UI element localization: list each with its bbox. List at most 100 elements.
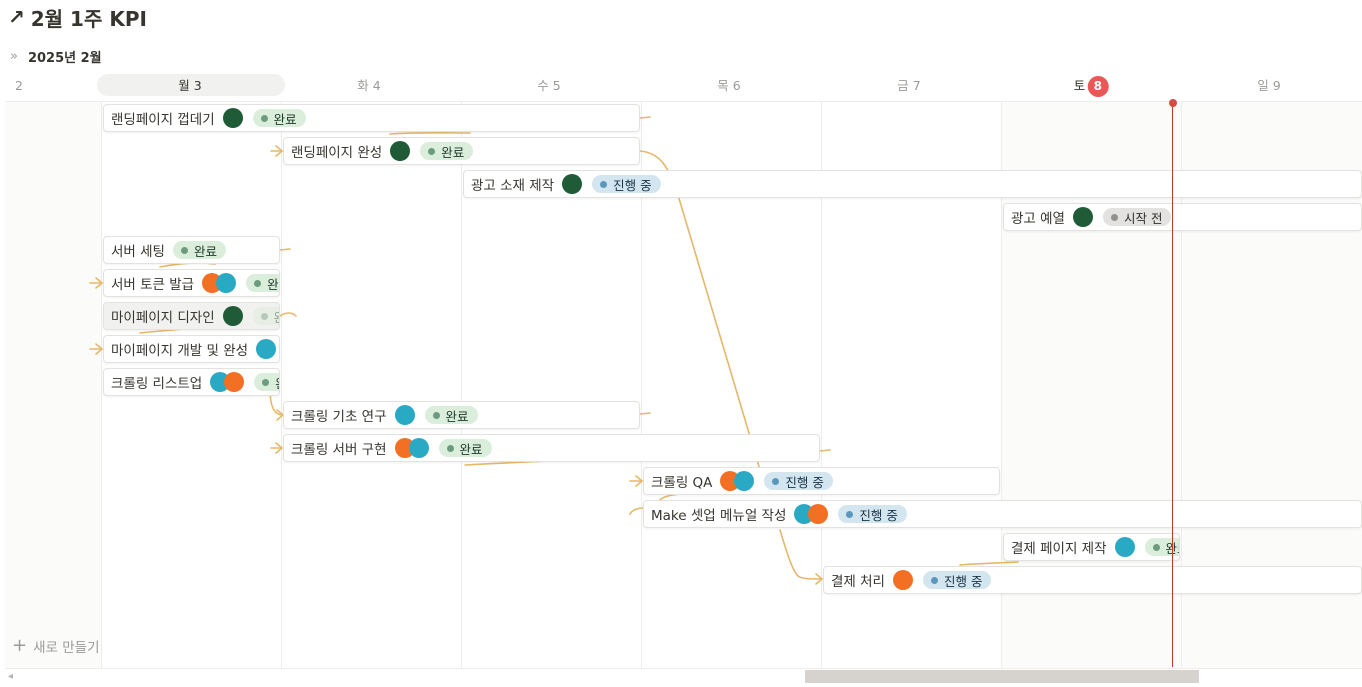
status-dot — [600, 180, 608, 188]
avatar — [216, 273, 237, 293]
task-bar[interactable]: 서버 세팅 완료 — [103, 236, 280, 264]
day-label-text: 토 — [1073, 78, 1086, 93]
status-label: 시작 전 — [1123, 210, 1163, 226]
status-badge: 완료 — [246, 274, 279, 292]
assignee-avatars — [562, 174, 583, 194]
status-label: 완료 — [459, 441, 483, 457]
task-bar[interactable]: Make 셋업 메뉴얼 작성 진행 중 — [643, 500, 1362, 528]
task-name: Make 셋업 메뉴얼 작성 — [651, 508, 787, 524]
status-badge: 진행 중 — [764, 472, 833, 490]
assignee-avatars — [222, 306, 243, 326]
status-badge: 시작 전 — [1102, 208, 1172, 226]
assignee-avatars — [720, 471, 755, 491]
task-name: 크롤링 기초 연구 — [291, 409, 387, 425]
day-label: 월 3 — [178, 78, 202, 93]
page-title: 2월 1주 KPI — [30, 6, 147, 31]
scroll-left-icon[interactable]: ◂ — [8, 669, 13, 685]
status-dot — [1152, 543, 1160, 551]
page-title-row: ↗ 2월 1주 KPI — [8, 4, 147, 31]
status-label: 완료 — [267, 276, 279, 292]
month-nav: » 2025년 2월 — [10, 46, 102, 66]
task-name: 결제 페이지 제작 — [1011, 541, 1107, 557]
task-bar[interactable]: 랜딩페이지 껍데기 완료 — [103, 104, 640, 132]
assignee-avatars — [210, 372, 245, 392]
status-label: 진행 중 — [613, 177, 652, 193]
task-bar[interactable]: 광고 예열 시작 전 — [1003, 203, 1362, 231]
avatar — [734, 471, 755, 491]
task-bar[interactable]: 크롤링 QA 진행 중 — [643, 467, 1000, 495]
avatar — [390, 141, 411, 161]
status-badge: 완료 — [252, 307, 279, 326]
assignee-avatars — [222, 108, 243, 128]
task-bar[interactable]: 결제 처리 진행 중 — [823, 566, 1362, 594]
status-dot — [846, 510, 854, 518]
scrollbar-thumb[interactable] — [805, 670, 1199, 683]
avatar — [222, 306, 243, 326]
assignee-avatars — [202, 273, 237, 293]
status-badge: 완료 — [1144, 538, 1179, 556]
status-badge: 완료 — [420, 142, 474, 160]
avatar — [1114, 537, 1135, 557]
new-item-button[interactable]: + 새로 만들기 — [12, 636, 100, 657]
task-bar[interactable]: 크롤링 기초 연구 완료 — [283, 401, 640, 429]
task-bar[interactable]: 서버 토큰 발급 완료 — [103, 269, 280, 297]
task-bar[interactable]: 크롤링 서버 구현 완료 — [283, 434, 820, 462]
task-bar[interactable]: 결제 페이지 제작 완료 — [1003, 533, 1180, 561]
status-dot — [432, 411, 440, 419]
task-name: 크롤링 서버 구현 — [291, 442, 387, 458]
status-badge: 진행 중 — [592, 175, 661, 193]
status-label: 진행 중 — [785, 474, 824, 490]
task-name: 랜딩페이지 완성 — [291, 145, 383, 161]
status-label: 진행 중 — [859, 507, 898, 523]
day-label: 목 6 — [717, 78, 741, 93]
avatar — [222, 108, 243, 128]
avatar — [256, 339, 277, 359]
double-chevron-right-icon[interactable]: » — [10, 49, 18, 64]
assignee-avatars — [394, 405, 415, 425]
status-dot — [260, 114, 268, 122]
day-label: 수 5 — [537, 78, 561, 93]
day-column — [281, 102, 461, 668]
status-dot — [1110, 213, 1118, 221]
status-dot — [772, 477, 780, 485]
task-name: 마이페이지 디자인 — [111, 310, 215, 326]
status-label: 완료 — [441, 144, 465, 160]
task-bar-selected[interactable]: 마이페이지 디자인 완료 — [103, 302, 280, 330]
today-marker — [1168, 99, 1177, 107]
task-name: 마이페이지 개발 및 완성 — [111, 343, 249, 359]
task-name: 서버 세팅 — [111, 244, 165, 260]
avatar — [1072, 207, 1093, 227]
status-badge: 완료 — [254, 373, 279, 391]
assignee-avatars — [1072, 207, 1093, 227]
task-bar[interactable]: 크롤링 리스트업 완료 — [103, 368, 280, 396]
status-label: 완료 — [274, 307, 279, 326]
status-badge: 완료 — [252, 109, 306, 127]
new-item-label: 새로 만들기 — [33, 640, 100, 656]
task-bar[interactable]: 마이페이지 개발 및 완성 완료 — [103, 335, 280, 363]
status-label: 진행 중 — [943, 573, 983, 589]
today-line — [1172, 102, 1173, 667]
day-label-today: 토8 — [1074, 72, 1109, 100]
task-name: 광고 소재 제작 — [471, 178, 555, 194]
day-label: 화 4 — [357, 78, 381, 93]
status-dot — [180, 246, 188, 254]
status-badge: 진행 중 — [838, 505, 907, 523]
task-name: 크롤링 리스트업 — [111, 376, 203, 392]
horizontal-scrollbar[interactable]: ◂ — [0, 669, 1362, 687]
assignee-avatars — [256, 339, 277, 359]
day-label: 금 7 — [897, 78, 921, 93]
assignee-avatars — [390, 141, 411, 161]
assignee-avatars — [1114, 537, 1135, 557]
task-bar[interactable]: 랜딩페이지 완성 완료 — [283, 137, 640, 165]
day-column — [5, 102, 101, 668]
status-dot — [260, 312, 268, 320]
assignee-avatars — [794, 504, 829, 524]
avatar — [892, 570, 913, 590]
task-bar[interactable]: 광고 소재 제작 진행 중 — [463, 170, 1362, 198]
avatar — [562, 174, 583, 194]
status-dot — [262, 378, 270, 386]
status-label: 완료 — [445, 408, 469, 424]
status-label: 완료 — [193, 243, 217, 259]
status-badge: 완료 — [438, 439, 492, 457]
status-dot — [254, 279, 262, 287]
